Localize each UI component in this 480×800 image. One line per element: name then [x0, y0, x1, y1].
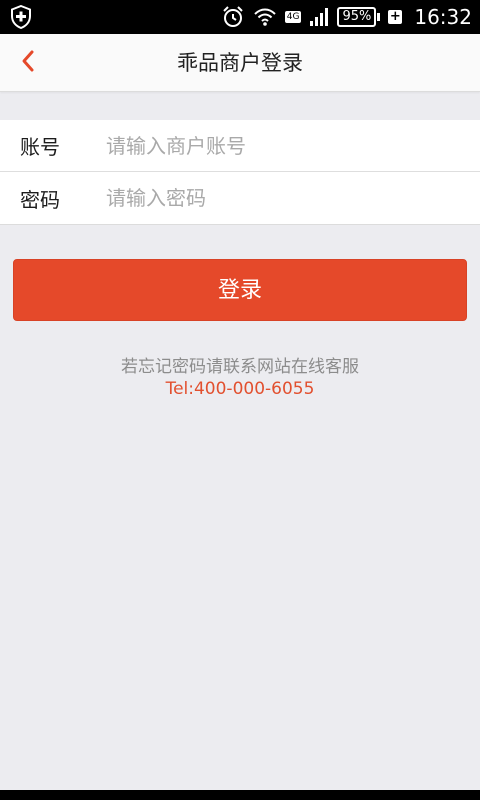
clock: 16:32	[414, 5, 472, 29]
charging-icon: +	[388, 9, 403, 24]
battery-level: 95%	[342, 9, 372, 24]
support-phone[interactable]: Tel:400-000-6055	[0, 379, 480, 399]
password-row: 密码	[0, 172, 480, 224]
account-row: 账号	[0, 120, 480, 172]
shield-plus-icon	[10, 5, 32, 29]
account-label: 账号	[20, 135, 60, 159]
signal-icon	[309, 7, 329, 27]
bottom-strip	[0, 790, 480, 800]
page-title: 乖品商户登录	[177, 51, 303, 75]
wifi-icon	[253, 7, 277, 27]
alarm-clock-icon	[221, 5, 245, 29]
battery-nub	[377, 13, 381, 21]
battery-indicator: 95%	[337, 7, 377, 27]
login-button[interactable]: 登录	[13, 259, 467, 321]
forgot-password-hint: 若忘记密码请联系网站在线客服	[121, 357, 359, 377]
header-bar: 乖品商户登录	[0, 34, 480, 92]
login-form: 账号 密码	[0, 120, 480, 225]
network-type-icon: 4G	[284, 11, 302, 23]
password-label: 密码	[20, 187, 60, 212]
password-input[interactable]	[84, 172, 480, 224]
status-bar: 4G 95% + 16:32	[0, 0, 480, 34]
account-input[interactable]	[84, 120, 480, 171]
